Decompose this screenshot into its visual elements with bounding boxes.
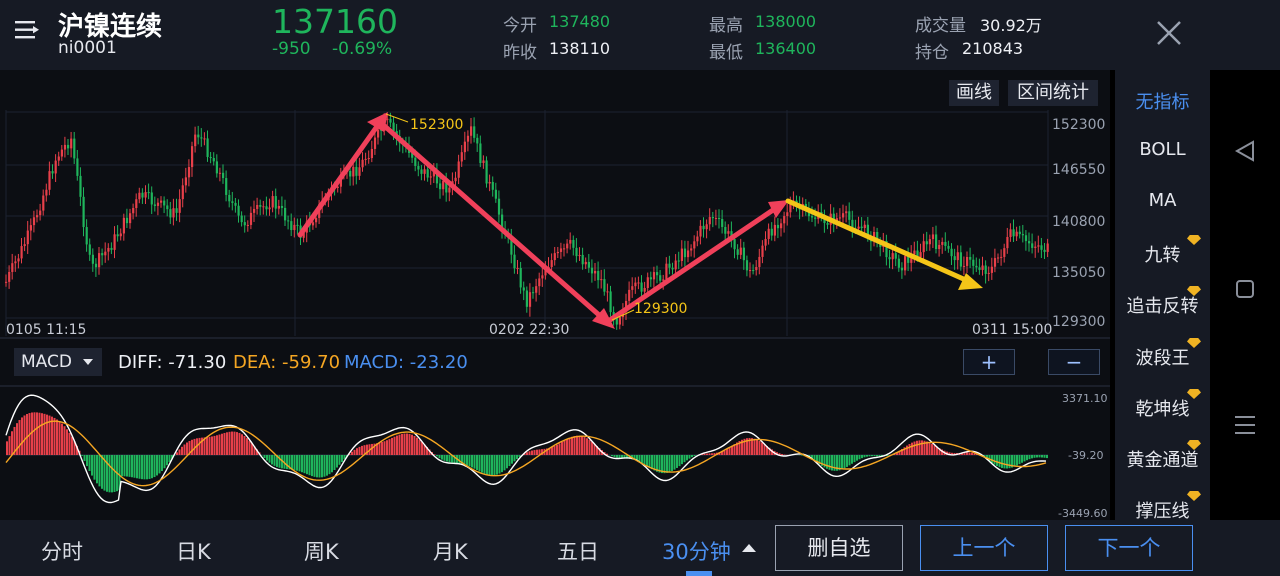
draw-line-button[interactable]: 画线 — [949, 80, 999, 106]
home-icon[interactable] — [1235, 279, 1255, 299]
next-button[interactable]: 下一个 — [1065, 525, 1193, 571]
prev-close-label: 昨收 — [503, 43, 537, 63]
tab-weekly[interactable]: 周K — [304, 536, 339, 566]
caret-down-icon — [83, 359, 93, 365]
range-stats-button[interactable]: 区间统计 — [1008, 80, 1098, 106]
quote-header — [0, 0, 1280, 70]
diff-line — [5, 394, 1047, 504]
open-value: 137480 — [549, 12, 611, 31]
previous-button[interactable]: 上一个 — [920, 525, 1048, 571]
high-label: 最高 — [709, 16, 743, 36]
price-axis-label: 129300 — [1052, 314, 1105, 330]
last-price: 137160 — [272, 2, 398, 41]
indicator-ma[interactable]: MA — [1115, 190, 1210, 211]
chart-grid — [0, 110, 1110, 456]
time-label-mid: 0202 22:30 — [489, 322, 569, 338]
high-marker: 152300 — [410, 117, 463, 133]
price-change: -950 — [272, 39, 311, 59]
menu-icon[interactable] — [14, 18, 40, 42]
high-value: 138000 — [755, 12, 817, 31]
tab-five-day[interactable]: 五日 — [557, 536, 599, 566]
indicator-wave-king[interactable]: 波段王 — [1115, 344, 1210, 370]
tab-daily[interactable]: 日K — [176, 536, 211, 566]
tab-30min[interactable]: 30分钟 — [662, 536, 731, 566]
indicator-none[interactable]: 无指标 — [1115, 88, 1210, 114]
low-value: 136400 — [755, 39, 817, 58]
price-axis-label: 140800 — [1052, 214, 1105, 230]
prev-close-value: 138110 — [549, 39, 611, 58]
indicator-selector-label: MACD — [21, 352, 72, 372]
price-axis-label: 135050 — [1052, 265, 1105, 281]
volume-label: 成交量 — [915, 16, 966, 36]
time-label-end: 0311 15:00 — [972, 322, 1052, 338]
price-change-pct: -0.69% — [332, 39, 393, 59]
remove-watchlist-button[interactable]: 删自选 — [775, 525, 903, 571]
candlestick-series — [5, 112, 1049, 330]
indicator-boll[interactable]: BOLL — [1115, 139, 1210, 160]
open-label: 今开 — [503, 16, 537, 36]
macd-axis-label: -39.20 — [1068, 449, 1103, 462]
macd-axis-label: -3449.60 — [1058, 507, 1107, 520]
macd-value: MACD: -23.20 — [344, 352, 468, 373]
back-icon[interactable] — [1234, 140, 1256, 162]
low-label: 最低 — [709, 43, 743, 63]
open-interest-label: 持仓 — [915, 43, 949, 63]
tab-intraday[interactable]: 分时 — [41, 536, 83, 566]
dea-value: DEA: -59.70 — [233, 352, 341, 373]
kline-chart[interactable]: 152300 129300 152300 146550 140800 13505… — [0, 70, 1110, 520]
instrument-code: ni0001 — [58, 38, 117, 58]
macd-axis-label: 3371.10 — [1062, 392, 1108, 405]
yellow-trend-arrow — [785, 198, 983, 290]
volume-value: 30.92万 — [980, 16, 1042, 35]
indicator-reversal[interactable]: 追击反转 — [1115, 292, 1210, 318]
price-axis-label: 152300 — [1052, 117, 1105, 133]
recents-icon[interactable] — [1235, 414, 1255, 436]
tab-monthly[interactable]: 月K — [433, 536, 468, 566]
indicator-panel: 无指标 BOLL MA 九转 追击反转 波段王 乾坤线 黄金通道 撑压线 — [1115, 70, 1210, 522]
close-icon[interactable] — [1156, 20, 1182, 46]
caret-up-icon[interactable] — [742, 544, 756, 552]
indicator-jiuzhuan[interactable]: 九转 — [1115, 241, 1210, 267]
open-interest-value: 210843 — [962, 39, 1024, 58]
time-label-start: 0105 11:15 — [6, 322, 86, 338]
indicator-selector[interactable]: MACD — [14, 348, 102, 376]
zoom-in-button[interactable]: + — [963, 349, 1015, 375]
price-axis-label: 146550 — [1052, 162, 1105, 178]
active-tab-indicator — [686, 571, 712, 576]
low-marker: 129300 — [634, 301, 687, 317]
indicator-golden-channel[interactable]: 黄金通道 — [1115, 446, 1210, 472]
diff-value: DIFF: -71.30 — [118, 352, 227, 373]
zoom-out-button[interactable]: − — [1048, 349, 1100, 375]
indicator-qiankun[interactable]: 乾坤线 — [1115, 395, 1210, 421]
